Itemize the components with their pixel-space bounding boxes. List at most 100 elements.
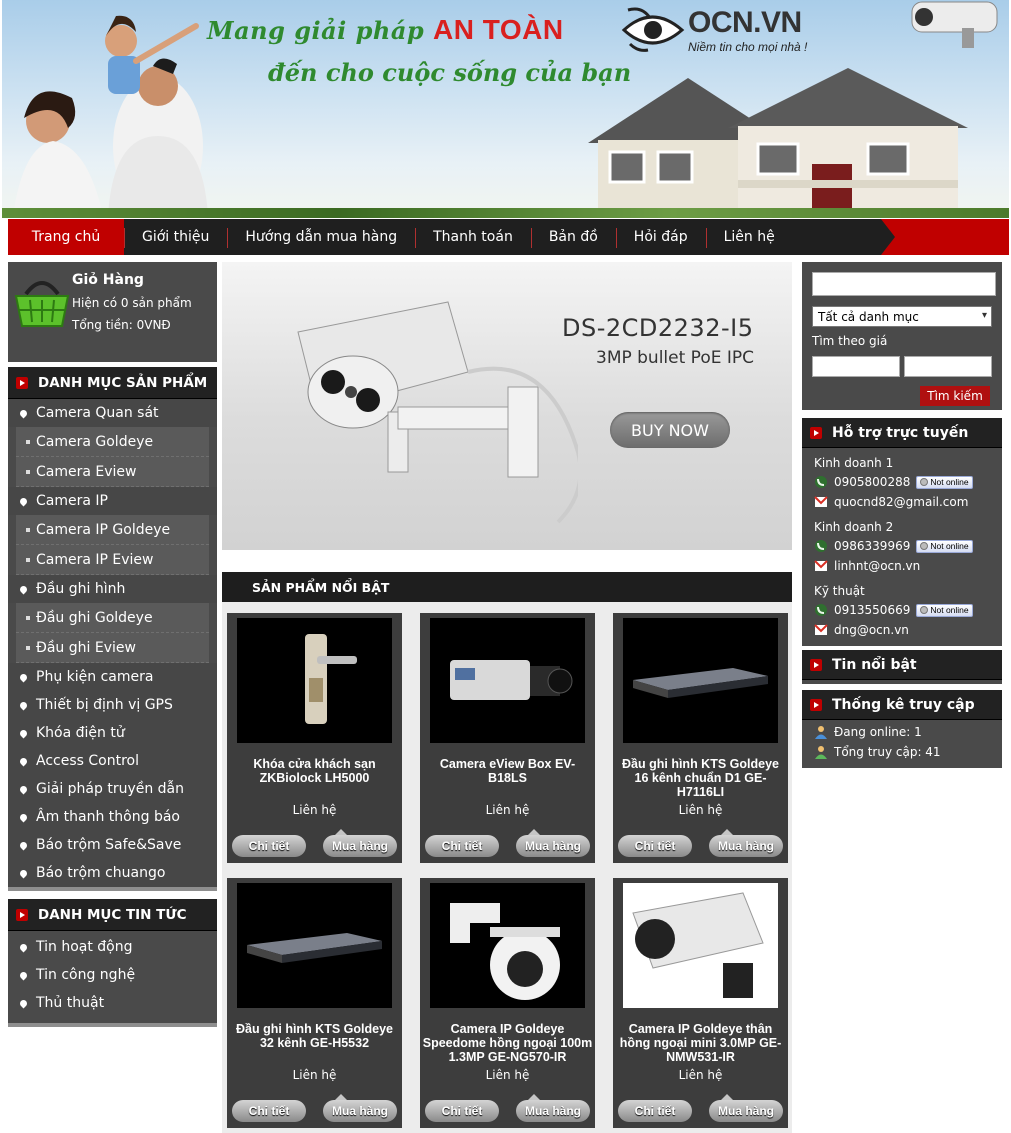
product-card[interactable]: Đầu ghi hình KTS Goldeye 32 kênh GE-H553… bbox=[227, 878, 402, 1128]
slogan-line-2: đến cho cuộc sống của bạn bbox=[268, 58, 632, 87]
product-name[interactable]: Khóa cửa khách sạn ZKBiolock LH5000 bbox=[229, 757, 400, 785]
bullet-icon bbox=[18, 812, 29, 822]
product-price: Liên hệ bbox=[678, 1068, 723, 1082]
news-item-tips[interactable]: Thủ thuật bbox=[8, 989, 217, 1017]
category-item[interactable]: Camera IP bbox=[8, 487, 217, 515]
category-item[interactable]: Giải pháp truyền dẫn bbox=[8, 775, 217, 803]
search-keyword-input[interactable] bbox=[812, 272, 996, 296]
support-phone[interactable]: 0986339969 Not online bbox=[802, 536, 1002, 556]
online-status-badge[interactable]: Not online bbox=[916, 475, 973, 489]
support-email[interactable]: dng@ocn.vn bbox=[802, 620, 1002, 640]
site-logo[interactable]: OCN.VN Niềm tin cho mọi nhà ! bbox=[620, 4, 850, 56]
online-status-badge[interactable]: Not online bbox=[916, 539, 973, 553]
promo-slider[interactable]: DS-2CD2232-I5 3MP bullet PoE IPC BUY NOW bbox=[222, 262, 792, 550]
dvr-image[interactable] bbox=[623, 618, 778, 743]
category-item[interactable]: Báo trộm Safe&Save bbox=[8, 831, 217, 859]
slogan-highlight: AN TOÀN bbox=[433, 14, 564, 45]
category-item[interactable]: Đầu ghi hình bbox=[8, 575, 217, 603]
support-role: Kinh doanh 1 bbox=[814, 456, 894, 470]
search-box: Tất cả danh mục ▾ Tìm theo giá Tìm kiếm bbox=[802, 262, 1002, 410]
add-to-cart-button[interactable]: Mua hàng bbox=[709, 1094, 783, 1122]
search-button[interactable]: Tìm kiếm bbox=[920, 386, 990, 406]
category-label: Báo trộm Safe&Save bbox=[36, 837, 182, 853]
family-photo bbox=[13, 15, 208, 216]
box-bottom-bar bbox=[8, 887, 217, 891]
hot-news-header: Tin nổi bật bbox=[802, 650, 1002, 680]
add-to-cart-button[interactable]: Mua hàng bbox=[323, 1094, 397, 1122]
product-card[interactable]: Camera IP Goldeye thân hồng ngoại mini 3… bbox=[613, 878, 788, 1128]
slider-model: DS-2CD2232-I5 bbox=[562, 314, 754, 342]
category-item[interactable]: Access Control bbox=[8, 747, 217, 775]
product-name[interactable]: Camera IP Goldeye Speedome hồng ngoại 10… bbox=[422, 1022, 593, 1064]
product-card[interactable]: Camera eView Box EV-B18LS Liên hệ Chi tiết… bbox=[420, 613, 595, 863]
online-status-badge[interactable]: Not online bbox=[916, 603, 973, 617]
add-to-cart-button[interactable]: Mua hàng bbox=[709, 829, 783, 857]
subcategory-item[interactable]: Camera IP Eview bbox=[16, 545, 209, 575]
detail-button[interactable]: Chi tiết bbox=[425, 1100, 499, 1122]
product-name[interactable]: Camera eView Box EV-B18LS bbox=[422, 757, 593, 785]
support-email[interactable]: linhnt@ocn.vn bbox=[802, 556, 1002, 576]
detail-button[interactable]: Chi tiết bbox=[618, 835, 692, 857]
nav-home[interactable]: Trang chủ bbox=[8, 219, 124, 255]
nav-map[interactable]: Bản đồ bbox=[530, 219, 616, 255]
dvr-image[interactable] bbox=[237, 883, 392, 1008]
door-lock-image[interactable] bbox=[237, 618, 392, 743]
product-card[interactable]: Camera IP Goldeye Speedome hồng ngoại 10… bbox=[420, 878, 595, 1128]
price-max-input[interactable] bbox=[904, 356, 992, 377]
detail-button[interactable]: Chi tiết bbox=[425, 835, 499, 857]
bullet-icon bbox=[18, 700, 29, 710]
lawn-strip bbox=[2, 208, 1009, 218]
news-item-technology[interactable]: Tin công nghệ bbox=[8, 961, 217, 989]
product-name[interactable]: Camera IP Goldeye thân hồng ngoại mini 3… bbox=[615, 1022, 786, 1064]
subcategory-item[interactable]: Đầu ghi Goldeye bbox=[16, 603, 209, 633]
subcategory-item[interactable]: Camera IP Goldeye bbox=[16, 515, 209, 545]
eye-logo-icon bbox=[621, 7, 685, 52]
subcategory-item[interactable]: Camera Eview bbox=[16, 457, 209, 487]
price-min-input[interactable] bbox=[812, 356, 900, 377]
nav-payment[interactable]: Thanh toán bbox=[415, 219, 531, 255]
box-camera-image[interactable] bbox=[430, 618, 585, 743]
news-item-activity[interactable]: Tin hoạt động bbox=[8, 933, 217, 961]
category-item[interactable]: Báo trộm chuango bbox=[8, 859, 217, 887]
category-item[interactable]: Âm thanh thông báo bbox=[8, 803, 217, 831]
product-card[interactable]: Đầu ghi hình KTS Goldeye 16 kênh chuẩn D… bbox=[613, 613, 788, 863]
category-item[interactable]: Camera Quan sát bbox=[8, 399, 217, 427]
product-name[interactable]: Đầu ghi hình KTS Goldeye 16 kênh chuẩn D… bbox=[615, 757, 786, 799]
bullet-icon bbox=[18, 672, 29, 682]
add-to-cart-button[interactable]: Mua hàng bbox=[323, 829, 397, 857]
category-select[interactable]: Tất cả danh mục ▾ bbox=[812, 306, 992, 327]
logo-text: OCN.VN bbox=[688, 6, 802, 39]
detail-button[interactable]: Chi tiết bbox=[618, 1100, 692, 1122]
add-to-cart-button[interactable]: Mua hàng bbox=[516, 1094, 590, 1122]
hot-news-title: Tin nổi bật bbox=[832, 656, 917, 673]
support-phone[interactable]: 0905800288 Not online bbox=[802, 472, 1002, 492]
product-name[interactable]: Đầu ghi hình KTS Goldeye 32 kênh GE-H553… bbox=[229, 1022, 400, 1050]
support-email[interactable]: quocnd82@gmail.com bbox=[802, 492, 1002, 512]
nav-faq[interactable]: Hỏi đáp bbox=[615, 219, 706, 255]
add-to-cart-button[interactable]: Mua hàng bbox=[516, 829, 590, 857]
product-price: Liên hệ bbox=[292, 1068, 337, 1082]
product-price: Liên hệ bbox=[485, 803, 530, 817]
detail-button[interactable]: Chi tiết bbox=[232, 835, 306, 857]
buy-now-button[interactable]: BUY NOW bbox=[610, 412, 730, 448]
nav-about[interactable]: Giới thiệu bbox=[124, 219, 227, 255]
smiley-icon bbox=[920, 542, 929, 550]
support-phone[interactable]: 0913550669 Not online bbox=[802, 600, 1002, 620]
category-item[interactable]: Phụ kiện camera bbox=[8, 663, 217, 691]
news-category-title: DANH MỤC TIN TỨC bbox=[38, 906, 187, 923]
nav-contact[interactable]: Liên hệ bbox=[705, 219, 793, 255]
stats-total: Tổng truy cập: 41 bbox=[802, 742, 1002, 762]
product-card[interactable]: Khóa cửa khách sạn ZKBiolock LH5000 Liên … bbox=[227, 613, 402, 863]
bullet-icon bbox=[18, 728, 29, 738]
subcategory-item[interactable]: Đầu ghi Eview bbox=[16, 633, 209, 663]
shopping-cart-box[interactable]: Giỏ Hàng Hiện có 0 sản phẩm Tổng tiền: 0… bbox=[8, 262, 217, 362]
bullet-icon bbox=[18, 970, 29, 980]
nav-buying-guide[interactable]: Hướng dẫn mua hàng bbox=[227, 219, 415, 255]
category-item[interactable]: Khóa điện tử bbox=[8, 719, 217, 747]
detail-button[interactable]: Chi tiết bbox=[232, 1100, 306, 1122]
subcategory-item[interactable]: Camera Goldeye bbox=[16, 427, 209, 457]
basket-icon bbox=[14, 281, 70, 327]
speed-dome-image[interactable] bbox=[430, 883, 585, 1008]
category-item[interactable]: Thiết bị định vị GPS bbox=[8, 691, 217, 719]
bullet-camera-image[interactable] bbox=[623, 883, 778, 1008]
